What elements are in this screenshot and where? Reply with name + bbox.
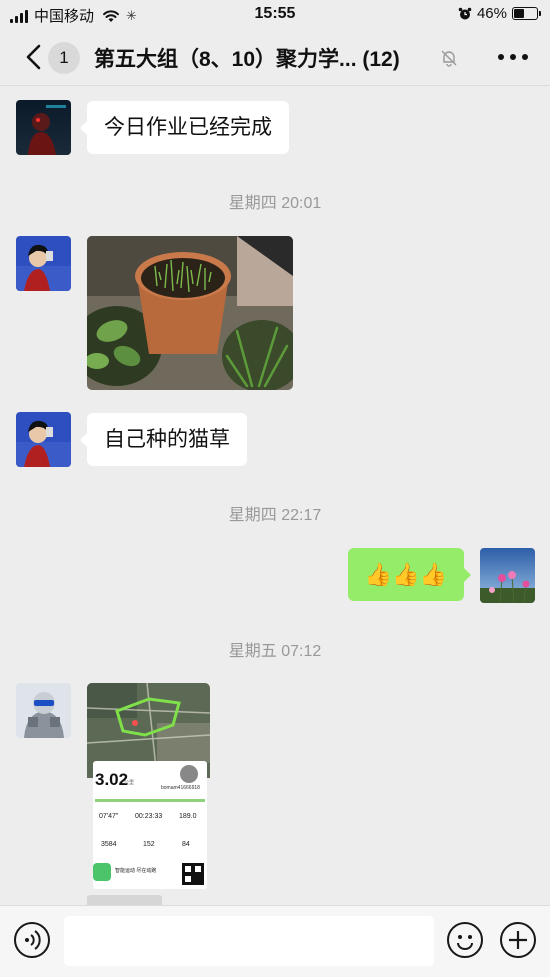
unread-count-badge[interactable]: 1 xyxy=(48,42,80,74)
run-stat-6: 84 xyxy=(182,841,190,848)
image-message-run-record[interactable]: 3.02 公里 bomam41666918 07'47" 00:23:33 18… xyxy=(87,683,210,890)
voice-icon xyxy=(25,930,41,950)
time-separator: 星期五 07:12 xyxy=(228,643,322,660)
dot-icon xyxy=(522,54,528,60)
avatar-image xyxy=(16,100,71,155)
more-functions-button[interactable] xyxy=(500,922,536,958)
back-chevron-icon[interactable] xyxy=(24,44,42,70)
run-stat-5: 152 xyxy=(143,841,155,848)
avatar-image xyxy=(16,683,71,738)
chat-input-bar xyxy=(0,905,550,977)
avatar-sender-3[interactable] xyxy=(16,683,71,738)
time-separator: 星期四 20:01 xyxy=(228,195,322,212)
message-bubble[interactable]: 今日作业已经完成 xyxy=(80,101,289,154)
battery-fill xyxy=(514,9,525,18)
avatar-sender-2[interactable] xyxy=(16,236,71,291)
chat-title[interactable]: 第五大组（8、10）聚力学... (12) xyxy=(94,43,400,73)
voice-input-button[interactable] xyxy=(14,922,50,958)
status-right: 46% xyxy=(458,5,541,22)
smiley-icon xyxy=(457,935,473,950)
alarm-clock-icon xyxy=(458,7,472,19)
time-separator: 星期四 22:17 xyxy=(228,507,322,524)
emoji-button[interactable] xyxy=(447,922,483,958)
avatar-image xyxy=(16,236,71,291)
more-options-button[interactable] xyxy=(498,44,528,70)
run-app-name: 智能运动 尽在动跑 xyxy=(115,867,156,874)
message-input[interactable] xyxy=(64,916,434,966)
run-stat-3: 189.0 xyxy=(179,813,197,820)
avatar-sender-1[interactable] xyxy=(16,100,71,155)
chat-header: 1 第五大组（8、10）聚力学... (12) xyxy=(0,30,550,86)
next-message-partial xyxy=(87,895,162,905)
battery-percent: 46% xyxy=(476,5,507,22)
message-bubble-outgoing[interactable]: 👍👍👍 xyxy=(347,548,472,601)
run-duration: 00:23:33 xyxy=(135,813,162,820)
status-bar: 中国移动 ✳ 15:55 46% xyxy=(0,0,550,30)
dot-icon xyxy=(510,54,516,60)
message-bubble[interactable]: 自己种的猫草 xyxy=(80,413,247,466)
running-record-screenshot: 3.02 公里 bomam41666918 07'47" 00:23:33 18… xyxy=(87,683,210,889)
plant-pot-photo xyxy=(87,236,293,390)
run-pace: 07'47" xyxy=(99,813,119,820)
battery-icon xyxy=(512,7,541,20)
avatar-self[interactable] xyxy=(480,548,535,603)
plus-icon xyxy=(509,931,527,949)
run-steps: 3584 xyxy=(101,841,117,848)
run-user: bomam41666918 xyxy=(161,785,200,791)
avatar-sender-2[interactable] xyxy=(16,412,71,467)
run-distance-unit: 公里 xyxy=(124,780,134,786)
avatar-image xyxy=(480,548,535,603)
dot-icon xyxy=(498,54,504,60)
bell-slash-icon xyxy=(441,50,457,67)
image-message-plant[interactable] xyxy=(87,236,293,390)
avatar-image xyxy=(16,412,71,467)
